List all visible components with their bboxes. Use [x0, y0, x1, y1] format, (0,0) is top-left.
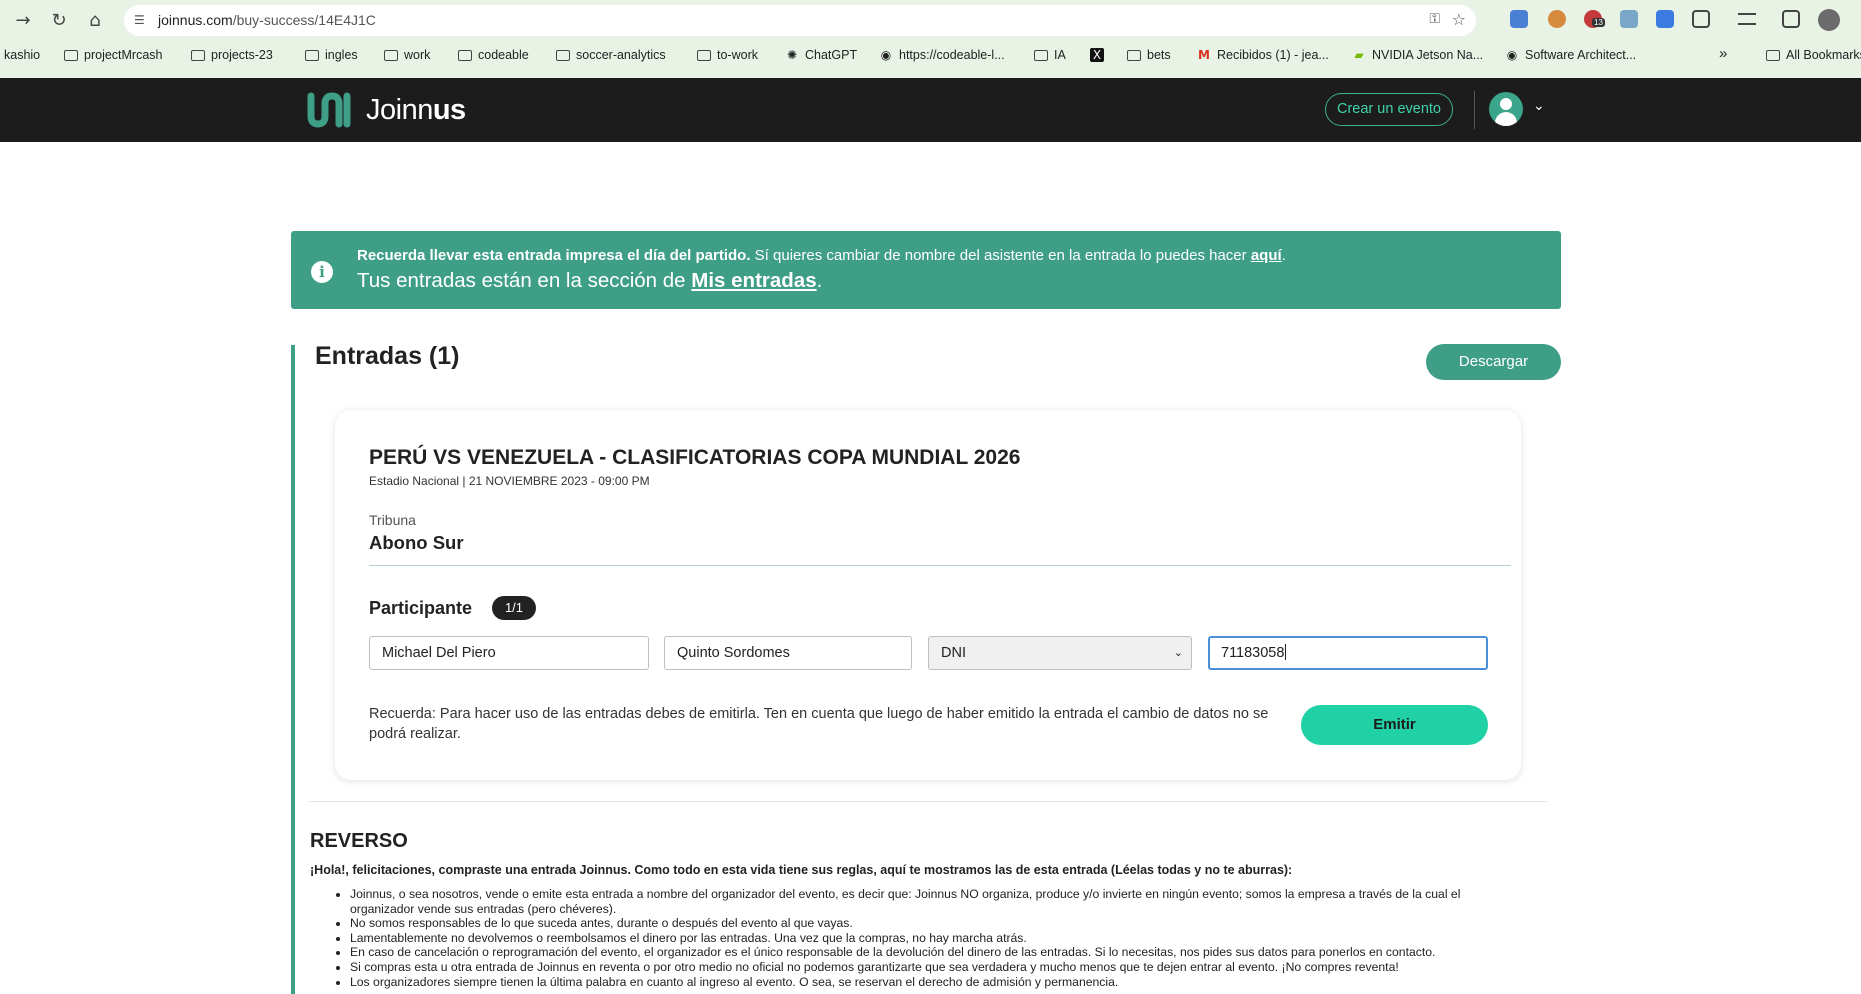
address-bar[interactable]: ☰ joinnus.com/buy-success/14E4J1C ⚿ ☆	[124, 5, 1476, 36]
forward-icon[interactable]: →	[12, 10, 34, 32]
bookmark-item[interactable]: ▰ NVIDIA Jetson Na...	[1352, 48, 1483, 62]
list-item: Lamentablemente no devolvemos o reembols…	[350, 931, 1500, 946]
alert-message: Recuerda llevar esta entrada impresa el …	[357, 247, 1286, 264]
folder-icon	[64, 49, 78, 61]
extensions-puzzle-icon[interactable]	[1692, 10, 1710, 28]
bookmark-item[interactable]: ingles	[305, 48, 358, 62]
satellite-extension-icon[interactable]	[1620, 10, 1638, 28]
list-item: En caso de cancelación o reprogramación …	[350, 945, 1500, 960]
bookmark-item[interactable]: codeable	[458, 48, 529, 62]
event-meta: Estadio Nacional | 21 NOVIEMBRE 2023 - 0…	[369, 474, 650, 488]
bookmark-item[interactable]: projects-23	[191, 48, 273, 62]
folder-icon	[1127, 49, 1141, 61]
bookmark-item[interactable]: bets	[1127, 48, 1171, 62]
folder-icon	[556, 49, 570, 61]
translate-extension-icon[interactable]	[1510, 10, 1528, 28]
joinnus-logo[interactable]: Joinnus	[306, 92, 466, 128]
bookmark-item[interactable]: ◉ https://codeable-l...	[879, 48, 1005, 62]
gmail-icon: M	[1198, 48, 1210, 62]
browser-chrome: → ↻ ⌂ ☰ joinnus.com/buy-success/14E4J1C …	[0, 0, 1861, 78]
change-attendee-link[interactable]: aquí	[1251, 247, 1282, 264]
page-title: Entradas (1)	[315, 342, 460, 370]
chevron-down-icon[interactable]: ⌄	[1533, 98, 1545, 114]
folder-icon	[384, 49, 398, 61]
bookmark-item[interactable]: soccer-analytics	[556, 48, 666, 62]
event-title: PERÚ VS VENEZUELA - CLASIFICATORIAS COPA…	[369, 446, 1021, 469]
bookmark-item[interactable]: work	[384, 48, 430, 62]
profile-avatar[interactable]	[1818, 9, 1840, 31]
create-event-button[interactable]: Crear un evento	[1325, 93, 1453, 126]
home-icon[interactable]: ⌂	[84, 10, 106, 32]
card-divider	[369, 565, 1511, 566]
folder-icon	[305, 49, 319, 61]
bookmark-item[interactable]: ◉ Software Architect...	[1505, 48, 1636, 62]
section-divider	[309, 801, 1547, 802]
folder-icon	[697, 49, 711, 61]
bookmark-item[interactable]: kashio	[4, 48, 40, 62]
key-icon[interactable]: ⚿	[1429, 11, 1440, 27]
section-accent-bar	[291, 345, 295, 994]
logo-wordmark: Joinnus	[366, 93, 466, 126]
emit-button[interactable]: Emitir	[1301, 705, 1488, 745]
user-avatar-icon[interactable]	[1489, 92, 1523, 126]
last-name-field[interactable]: Quinto Sordomes	[664, 636, 912, 670]
side-panel-icon[interactable]	[1782, 10, 1800, 28]
bookmark-item[interactable]: projectMrcash	[64, 48, 163, 62]
extension-badge-icon[interactable]: 13	[1584, 10, 1605, 28]
bookmark-item[interactable]: to-work	[697, 48, 758, 62]
folder-icon	[1766, 49, 1780, 61]
my-tickets-link[interactable]: Mis entradas	[691, 269, 816, 292]
folder-icon	[1034, 49, 1048, 61]
reverso-rules-list: Joinnus, o sea nosotros, vende o emite e…	[350, 887, 1500, 989]
header-divider	[1474, 91, 1475, 129]
list-item: Si compras esta u otra entrada de Joinnu…	[350, 960, 1500, 975]
list-item: Los organizadores siempre tienen la últi…	[350, 975, 1500, 990]
tribuna-value: Abono Sur	[369, 532, 464, 553]
bookmarks-overflow-icon[interactable]: »	[1719, 45, 1727, 62]
participant-label: Participante	[369, 598, 473, 618]
url-text[interactable]: joinnus.com/buy-success/14E4J1C	[158, 12, 376, 28]
chatgpt-icon: ✺	[786, 48, 798, 62]
ticket-card: PERÚ VS VENEZUELA - CLASIFICATORIAS COPA…	[335, 410, 1521, 780]
alert-my-tickets: Tus entradas están en la sección de Mis …	[357, 269, 823, 292]
reverso-intro: ¡Hola!, felicitaciones, compraste una en…	[310, 863, 1293, 877]
participant-count-badge: 1/1	[492, 596, 536, 620]
info-icon: i	[311, 261, 333, 283]
info-alert: i Recuerda llevar esta entrada impresa e…	[291, 231, 1561, 309]
folder-icon	[191, 49, 205, 61]
document-type-select[interactable]: DNI ⌄	[928, 636, 1192, 670]
list-item: No somos responsables de lo que suceda a…	[350, 916, 1500, 931]
first-name-field[interactable]: Michael Del Piero	[369, 636, 649, 670]
x-icon: X	[1090, 48, 1104, 62]
folder-icon	[458, 49, 472, 61]
document-type-value: DNI	[941, 645, 966, 661]
reverso-title: REVERSO	[310, 830, 408, 852]
bookmark-item[interactable]: IA	[1034, 48, 1066, 62]
tribuna-label: Tribuna	[369, 512, 416, 528]
bookmark-item[interactable]: X	[1090, 48, 1104, 62]
globe-icon: ◉	[1506, 48, 1518, 62]
nvidia-icon: ▰	[1354, 48, 1364, 62]
bookmark-item[interactable]: ✺ ChatGPT	[785, 48, 857, 62]
site-info-icon[interactable]: ☰	[134, 12, 150, 28]
text-caret	[1285, 644, 1287, 660]
browser-toolbar: → ↻ ⌂ ☰ joinnus.com/buy-success/14E4J1C …	[0, 0, 1861, 40]
reading-list-icon[interactable]	[1738, 13, 1756, 25]
bookmarks-bar: kashio projectMrcash projects-23 ingles …	[0, 44, 1861, 68]
download-button[interactable]: Descargar	[1426, 344, 1561, 380]
document-number-field[interactable]: 71183058	[1208, 636, 1488, 670]
cookie-extension-icon[interactable]	[1548, 10, 1566, 28]
chevron-down-icon: ⌄	[1173, 646, 1183, 659]
reload-icon[interactable]: ↻	[48, 10, 70, 32]
bookmark-item[interactable]: M Recibidos (1) - jea...	[1197, 48, 1329, 62]
bookmark-item[interactable]: All Bookmarks	[1766, 48, 1861, 62]
bookmark-star-icon[interactable]: ☆	[1452, 10, 1466, 29]
document-number-value: 71183058	[1221, 645, 1285, 661]
emit-reminder-text: Recuerda: Para hacer uso de las entradas…	[369, 706, 1269, 742]
site-header: Joinnus Crear un evento ⌄	[0, 78, 1861, 142]
grid-extension-icon[interactable]	[1656, 10, 1674, 28]
list-item: Joinnus, o sea nosotros, vende o emite e…	[350, 887, 1500, 916]
globe-icon: ◉	[880, 48, 892, 62]
joinnus-logo-icon	[307, 92, 351, 128]
